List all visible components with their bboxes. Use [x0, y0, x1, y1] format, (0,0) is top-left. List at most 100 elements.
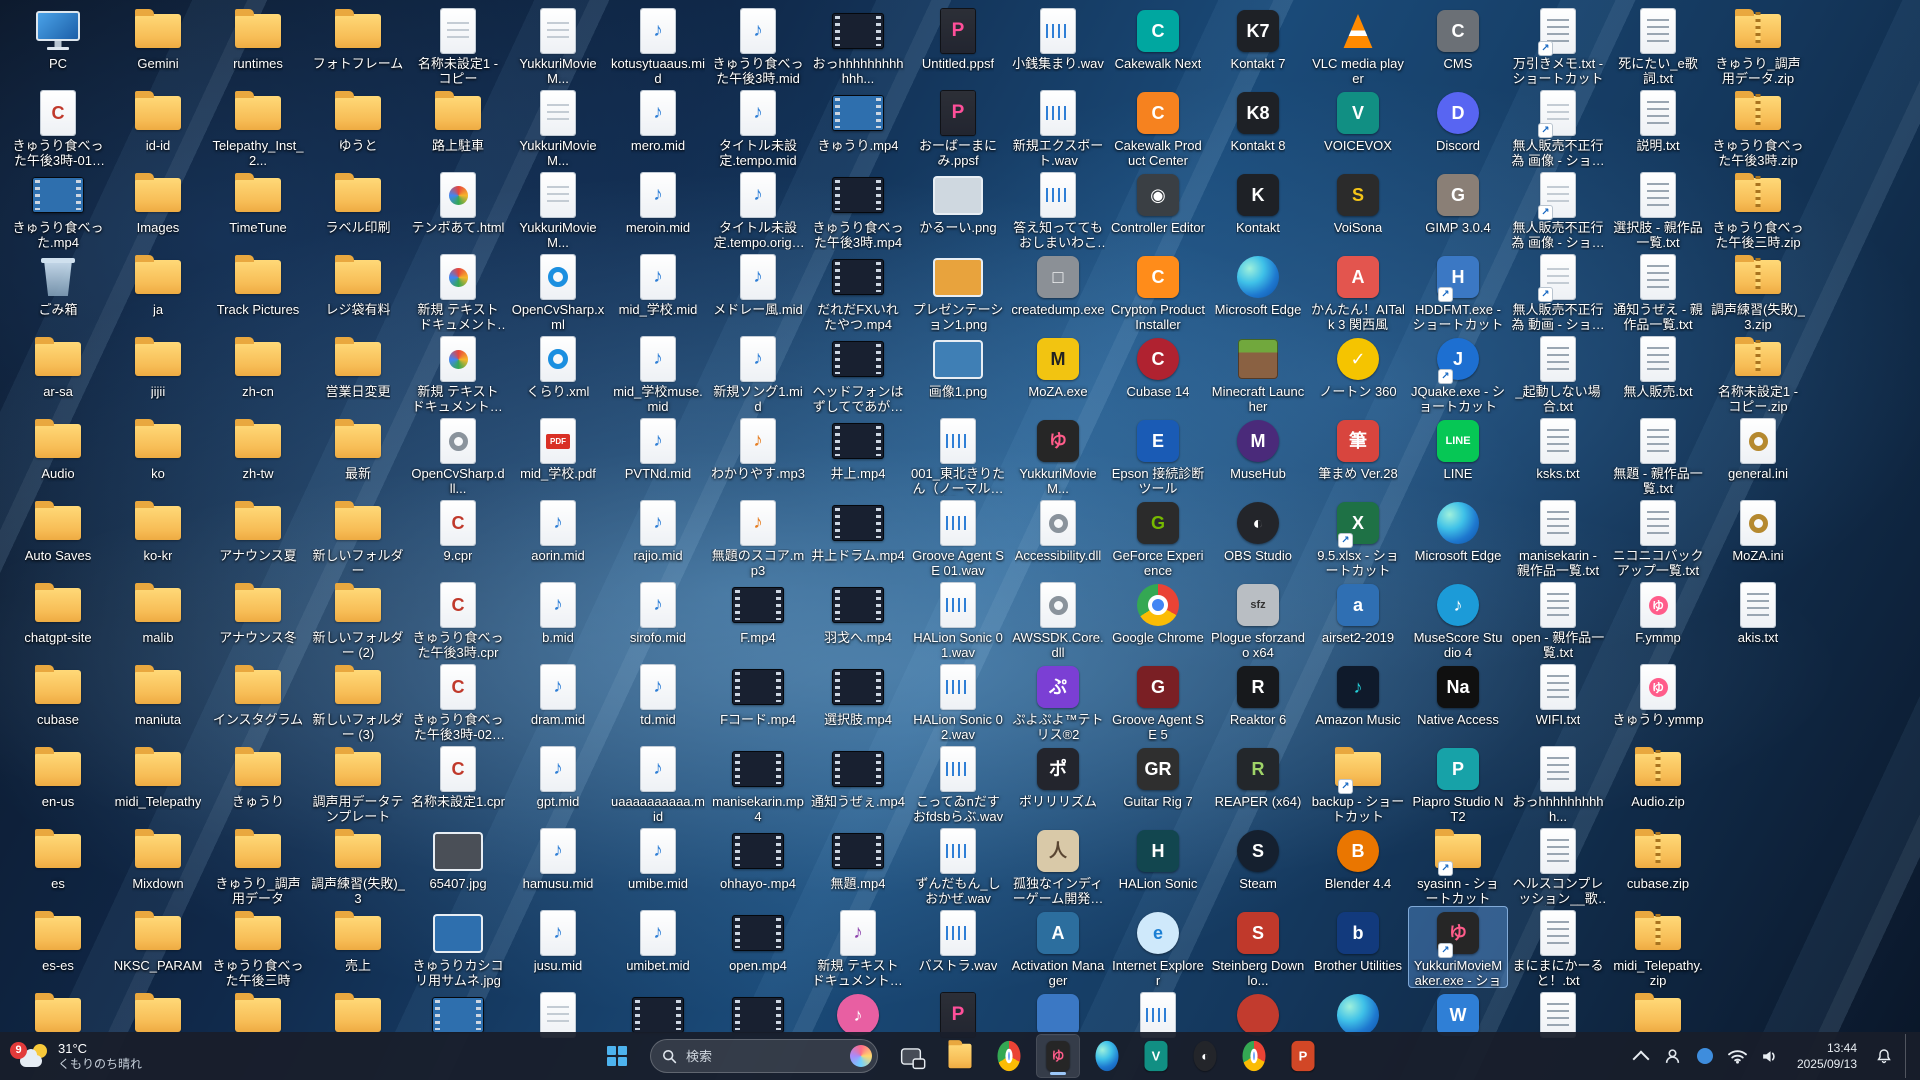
desktop-icon[interactable]: 筆筆まめ Ver.28 — [1308, 414, 1408, 496]
desktop-icon[interactable]: B Blender 4.4 — [1308, 824, 1408, 906]
desktop-icon[interactable]: uaaaaaaaaaa.mid — [608, 742, 708, 824]
desktop-icon[interactable]: プレゼンテーション1.png — [908, 250, 1008, 332]
volume-button[interactable] — [1755, 1036, 1785, 1076]
desktop-icon[interactable]: きゅうり食べった午後3時.zip — [1708, 86, 1808, 168]
taskbar-app-yukkuri-movie-maker[interactable]: ゆ — [1036, 1034, 1080, 1078]
desktop-icon[interactable]: くらり.xml — [508, 332, 608, 414]
desktop-icon[interactable]: 無題 - 親作品一覧.txt — [1608, 414, 1708, 496]
desktop-icon[interactable]: S Steam — [1208, 824, 1308, 906]
desktop-icon[interactable]: きゅうり食べった午後3時-02.cpr — [408, 660, 508, 742]
desktop-icon[interactable]: HALion Sonic 02.wav — [908, 660, 1008, 742]
desktop-icon[interactable]: ◉ Controller Editor — [1108, 168, 1208, 250]
desktop-icon[interactable]: Auto Saves — [8, 496, 108, 578]
desktop-icon[interactable]: ヘルスコンプレッション__歌詞.txt — [1508, 824, 1608, 906]
desktop-icon[interactable]: backup - ショートカット — [1308, 742, 1408, 824]
desktop-icon[interactable]: 売上 — [308, 906, 408, 988]
desktop-icon[interactable]: midi_Telepathy — [108, 742, 208, 824]
desktop-icon[interactable]: こってゐnだすおfdsbらぶ.wav — [908, 742, 1008, 824]
desktop-icon[interactable]: きゅうり.ymmp — [1608, 660, 1708, 742]
desktop-icon[interactable]: 無人販売不正行為 動画 - ショートカット — [1508, 250, 1608, 332]
desktop-icon[interactable]: es — [8, 824, 108, 906]
desktop-icon[interactable]: hamusu.mid — [508, 824, 608, 906]
desktop-icon[interactable]: G GeForce Experience — [1108, 496, 1208, 578]
desktop-icon[interactable]: 羽戈へ.mp4 — [808, 578, 908, 660]
desktop-icon[interactable]: 営業日変更 — [308, 332, 408, 414]
desktop-icon[interactable]: 名称未設定1 - コピー — [408, 4, 508, 86]
desktop-icon[interactable]: S Steinberg Downlo... — [1208, 906, 1308, 988]
desktop-icon[interactable]: A Activation Manager — [1008, 906, 1108, 988]
desktop-icon[interactable]: V VOICEVOX — [1308, 86, 1408, 168]
desktop-icon[interactable]: sirofo.mid — [608, 578, 708, 660]
desktop-icon[interactable]: manisekarin - 親作品一覧.txt — [1508, 496, 1608, 578]
desktop-icon[interactable]: ko — [108, 414, 208, 496]
desktop-icon[interactable]: akis.txt — [1708, 578, 1808, 660]
desktop-icon[interactable]: A かんたん！AITalk 3 関西風 — [1308, 250, 1408, 332]
desktop-icon[interactable]: jijii — [108, 332, 208, 414]
desktop-icon[interactable]: sfz Plogue sforzando x64 — [1208, 578, 1308, 660]
desktop-icon[interactable]: umibet.mid — [608, 906, 708, 988]
desktop-icon[interactable]: E Epson 接続診断ツール — [1108, 414, 1208, 496]
desktop-icon[interactable]: open - 親作品一覧.txt — [1508, 578, 1608, 660]
desktop-icon[interactable]: Images — [108, 168, 208, 250]
notification-center-button[interactable] — [1869, 1036, 1899, 1076]
desktop-icon[interactable]: きゅうり — [208, 742, 308, 824]
desktop-icon[interactable]: Audio.zip — [1608, 742, 1708, 824]
desktop-icon[interactable]: ar-sa — [8, 332, 108, 414]
desktop-icon[interactable]: かるーい.png — [908, 168, 1008, 250]
desktop-icon[interactable]: jusu.mid — [508, 906, 608, 988]
desktop-icon[interactable]: 選択肢.mp4 — [808, 660, 908, 742]
desktop-icon[interactable]: maniuta — [108, 660, 208, 742]
desktop-icon[interactable]: C Cakewalk Product Center — [1108, 86, 1208, 168]
desktop-icon[interactable]: アナウンス冬 — [208, 578, 308, 660]
desktop-icon[interactable]: 無題のスコア.mp3 — [708, 496, 808, 578]
desktop-icon[interactable]: ゆ YukkuriMovieMaker.exe - ショートカット — [1408, 906, 1508, 988]
desktop-icon[interactable]: 無人販売不正行為 画像 - ショートカット — [1508, 168, 1608, 250]
desktop-icon[interactable]: ♪ MuseScore Studio 4 — [1408, 578, 1508, 660]
desktop-icon[interactable]: アナウンス夏 — [208, 496, 308, 578]
desktop-icon[interactable]: HALion Sonic 01.wav — [908, 578, 1008, 660]
desktop-icon[interactable]: 新規 テキスト ドキュメント.musicxml — [808, 906, 908, 988]
desktop-icon[interactable]: メドレー風.mid — [708, 250, 808, 332]
desktop-icon[interactable]: mero.mid — [608, 86, 708, 168]
desktop-icon[interactable]: VLC media player — [1308, 4, 1408, 86]
desktop-icon[interactable]: general.ini — [1708, 414, 1808, 496]
desktop-icon[interactable]: midi_Telepathy.zip — [1608, 906, 1708, 988]
weather-widget-button[interactable]: 9 31°C くもりのち晴れ — [0, 1037, 158, 1075]
desktop-icon[interactable]: きゅうり食べった午後3時.cpr — [408, 578, 508, 660]
desktop-icon[interactable]: dram.mid — [508, 660, 608, 742]
desktop-icon[interactable]: F.ymmp — [1608, 578, 1708, 660]
desktop-icon[interactable]: 新しいフォルダー (3) — [308, 660, 408, 742]
desktop-icon[interactable]: 無人販売不正行為 画像 - ショートカッ... — [1508, 86, 1608, 168]
desktop-icon[interactable]: NKSC_PARAM — [108, 906, 208, 988]
desktop-icon[interactable]: manisekarin.mp4 — [708, 742, 808, 824]
desktop-icon[interactable]: Audio — [8, 414, 108, 496]
desktop-icon[interactable]: b.mid — [508, 578, 608, 660]
desktop-icon[interactable]: Groove Agent SE 01.wav — [908, 496, 1008, 578]
desktop-icon[interactable]: M MuseHub — [1208, 414, 1308, 496]
desktop-icon[interactable]: ohhayo-.mp4 — [708, 824, 808, 906]
desktop-icon[interactable]: kotusytuaaus.mid — [608, 4, 708, 86]
desktop-icon[interactable]: LINE LINE — [1408, 414, 1508, 496]
desktop-icon[interactable]: J JQuake.exe - ショートカット — [1408, 332, 1508, 414]
desktop-icon[interactable]: ゆうと — [308, 86, 408, 168]
desktop-icon[interactable]: K Kontakt — [1208, 168, 1308, 250]
desktop-icon[interactable]: C CMS — [1408, 4, 1508, 86]
desktop-icon[interactable]: K7 Kontakt 7 — [1208, 4, 1308, 86]
desktop-icon[interactable]: きゅうり食べった午後3時.mid — [708, 4, 808, 86]
taskbar-app-task-view[interactable] — [889, 1034, 933, 1078]
desktop-icon[interactable]: C Crypton Product Installer — [1108, 250, 1208, 332]
desktop-icon[interactable]: 人孤独なインディーゲーム開発者の一生... — [1008, 824, 1108, 906]
desktop-icon[interactable]: M MoZA.exe — [1008, 332, 1108, 414]
desktop-icon[interactable]: Mixdown — [108, 824, 208, 906]
desktop-icon[interactable]: 小銭集まり.wav — [1008, 4, 1108, 86]
desktop-icon[interactable]: malib — [108, 578, 208, 660]
desktop-icon[interactable]: PC — [8, 4, 108, 86]
desktop-icon[interactable]: OpenCvSharp.dll... — [408, 414, 508, 496]
desktop-icon[interactable]: G Groove Agent SE 5 — [1108, 660, 1208, 742]
desktop-icon[interactable]: ksks.txt — [1508, 414, 1608, 496]
desktop-icon[interactable]: きゅうり食べった午後三時.zip — [1708, 168, 1808, 250]
desktop-icon[interactable]: en-us — [8, 742, 108, 824]
start-button[interactable] — [595, 1034, 639, 1078]
desktop-icon[interactable]: zh-cn — [208, 332, 308, 414]
desktop-icon[interactable]: 答え知っててもおしまいわこれ.wav — [1008, 168, 1108, 250]
